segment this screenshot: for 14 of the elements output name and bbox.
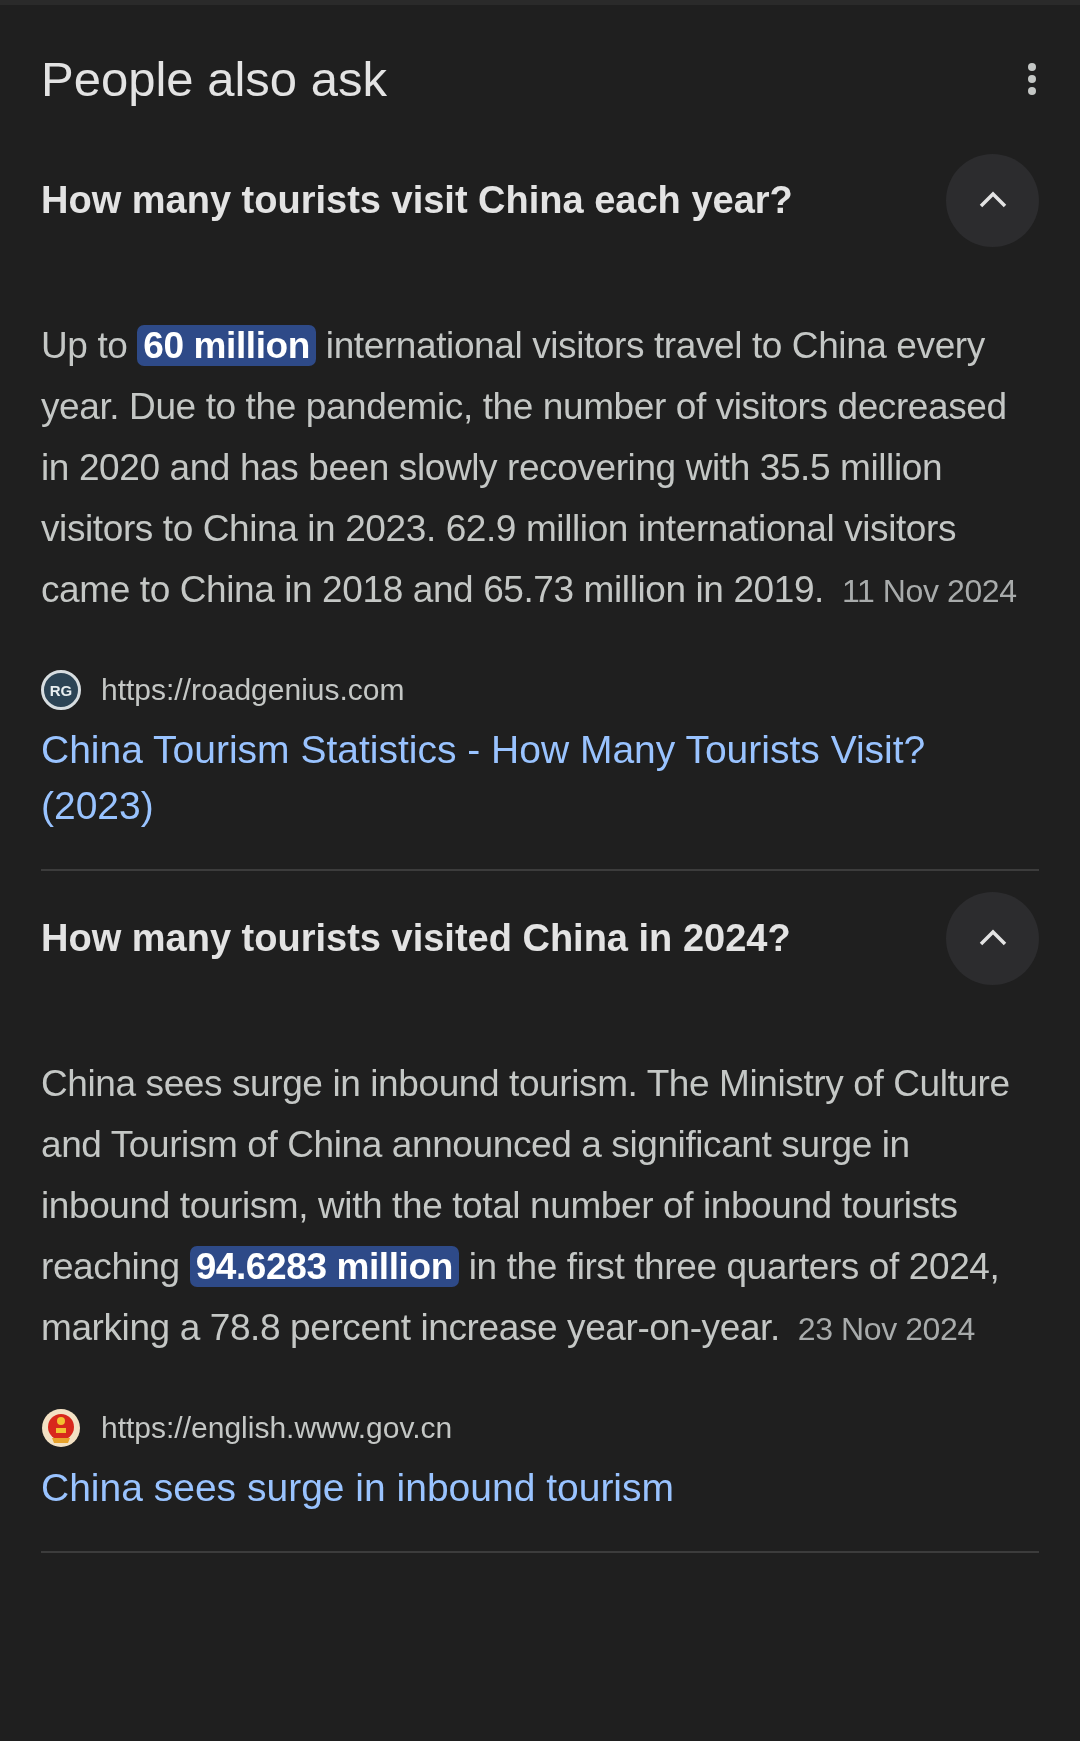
result-link[interactable]: China sees surge in inbound tourism: [41, 1460, 1039, 1516]
answer-text: China sees surge in inbound tourism. The Ministry of Culture and Tourism of China announced a significant surge in inbound tourism, with the total number of inbound tourists reaching 94.6283 million in the first three quarters of 2024, marking a 78.8 percent increase year-on-year. 23 Nov 2024: [41, 1062, 1011, 1350]
chevron-up-icon: [977, 190, 1008, 210]
more-options-icon[interactable]: [1027, 62, 1037, 96]
result-link[interactable]: China Tourism Statistics - How Many Tourists Visit? (2023): [41, 722, 1039, 834]
source-url: https://roadgenius.com: [101, 673, 405, 707]
chevron-up-icon: [977, 928, 1008, 948]
site-favicon: RG: [41, 670, 81, 710]
emblem-icon: [41, 1408, 81, 1448]
source-url: https://english.www.gov.cn: [101, 1411, 453, 1445]
question-text[interactable]: How many tourists visited China in 2024?: [41, 916, 791, 960]
answer-text: Up to 60 million international visitors travel to China every year. Due to the pandemic, the number of visitors decreased in 2020 and has been slowly recovering with 35.5 million visitors to China in 2023. 62.9 million international visitors came to China in 2018 and 65.73 million in 2019. 11 Nov 2024: [41, 324, 1018, 612]
question-text[interactable]: How many tourists visit China each year?: [41, 178, 793, 222]
section-title: People also ask: [41, 51, 387, 107]
